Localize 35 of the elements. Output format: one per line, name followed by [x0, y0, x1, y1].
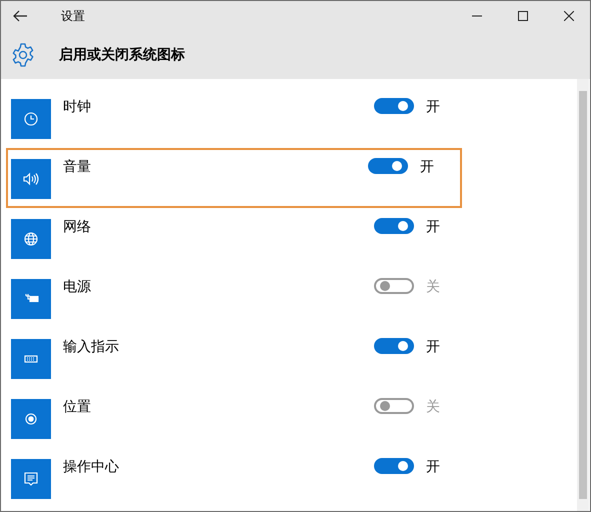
item-label: 操作中心	[63, 458, 120, 476]
toggle-switch[interactable]	[374, 98, 414, 114]
toggle-state: 关	[426, 398, 441, 416]
toggle-switch[interactable]	[374, 398, 414, 414]
item-label: 时钟	[63, 98, 92, 116]
toggle-state: 开	[426, 98, 441, 116]
globe-icon	[11, 219, 51, 259]
toggle-state: 开	[426, 338, 441, 356]
target-icon	[11, 399, 51, 439]
toggle-state: 开	[426, 218, 441, 236]
keyboard-icon	[11, 339, 51, 379]
item-label: 电源	[63, 278, 92, 296]
toggle-switch[interactable]	[374, 338, 414, 354]
clock-icon	[11, 99, 51, 139]
toggle-switch[interactable]	[368, 158, 408, 174]
toggle-switch[interactable]	[374, 278, 414, 294]
toggle-state: 开	[420, 158, 435, 176]
message-icon	[11, 459, 51, 499]
toggle-state: 开	[426, 458, 441, 476]
item-label: 网络	[63, 218, 92, 236]
settings-icon	[11, 43, 35, 67]
page-title: 启用或关闭系统图标	[59, 46, 185, 64]
close-icon[interactable]	[564, 11, 574, 21]
window-title: 设置	[61, 8, 85, 24]
speaker-icon	[11, 159, 51, 199]
battery-icon	[11, 279, 51, 319]
item-label: 输入指示	[63, 338, 120, 356]
maximize-icon[interactable]	[518, 11, 528, 21]
toggle-switch[interactable]	[374, 458, 414, 474]
scrollbar[interactable]	[577, 79, 589, 511]
toggle-switch[interactable]	[374, 218, 414, 234]
item-label: 位置	[63, 398, 92, 416]
item-label: 音量	[63, 158, 92, 176]
back-icon[interactable]	[13, 10, 27, 22]
toggle-state: 关	[426, 278, 441, 296]
